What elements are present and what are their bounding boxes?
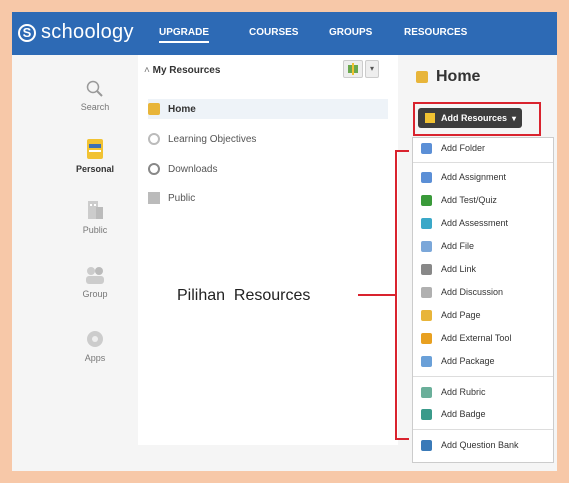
personal-icon [87,139,103,159]
package-icon [421,355,432,367]
folder-icon [421,142,432,154]
annotation-bracket [395,150,409,440]
nav-upgrade[interactable]: UPGRADE [159,27,210,43]
menu-label: Add Assignment [441,172,507,182]
assessment-icon [421,217,432,229]
menu-label: Add Rubric [441,387,486,397]
resource-label-downloads: Downloads [168,163,218,175]
file-icon [421,240,432,252]
add-collection-button[interactable] [343,60,363,78]
menu-label: Add Badge [441,409,486,419]
search-icon [86,80,103,97]
sidebar-label-search: Search [80,102,110,112]
menu-label: Add Test/Quiz [441,195,497,205]
menu-label: Add Link [441,264,477,274]
page-title: Home [416,68,480,86]
resource-item-downloads[interactable]: Downloads [148,159,388,179]
building-icon [148,192,160,204]
menu-label: Add External Tool [441,333,512,343]
resource-label-home: Home [168,103,196,115]
resource-label-learning-objectives: Learning Objectives [168,133,257,145]
home-folder-icon [148,103,160,115]
menu-item-add-file[interactable]: Add File [413,236,553,256]
menu-item-add-assessment[interactable]: Add Assessment [413,213,553,233]
menu-item-add-test-quiz[interactable]: Add Test/Quiz [413,190,553,210]
sidebar-label-public: Public [82,225,108,235]
menu-item-add-badge[interactable]: Add Badge [413,404,553,424]
menu-label: Add Folder [441,143,486,153]
sidebar-label-apps: Apps [84,353,106,363]
menu-label: Add Page [441,310,481,320]
sidebar-label-personal: Personal [75,164,115,174]
menu-label: Add Assessment [441,218,509,228]
menu-item-add-assignment[interactable]: Add Assignment [413,167,553,187]
menu-divider [413,376,553,377]
options-dropdown-button[interactable]: ▾ [365,60,379,78]
resources-panel: ˄ My Resources ▾ Home Learning Objective… [138,55,398,445]
menu-divider [413,429,553,430]
add-resources-menu: Add Folder Add Assignment Add Test/Quiz … [412,137,554,463]
resource-item-public[interactable]: Public [148,188,388,208]
page-title-text: Home [436,68,481,85]
add-resources-label: Add Resources [441,113,508,123]
add-resources-icon [425,113,435,123]
discussion-icon [421,286,432,298]
chevron-down-icon: ▾ [369,64,374,73]
annotation-label: Pilihan Resources [177,287,311,304]
menu-label: Add Question Bank [441,440,519,450]
menu-item-add-rubric[interactable]: Add Rubric [413,382,553,402]
resource-label-public: Public [168,192,196,204]
home-folder-icon [416,71,428,83]
chevron-down-icon: ▾ [512,113,517,123]
link-icon [421,263,432,275]
sidebar-label-group: Group [82,289,108,299]
add-collection-icon [348,63,358,75]
menu-label: Add File [441,241,475,251]
menu-item-add-link[interactable]: Add Link [413,259,553,279]
schoology-logo[interactable]: S schoology [18,21,134,44]
collapse-caret-icon: ˄ [144,65,150,76]
menu-item-add-discussion[interactable]: Add Discussion [413,282,553,302]
menu-label: Add Discussion [441,287,504,297]
resource-item-learning-objectives[interactable]: Learning Objectives [148,129,388,149]
sidebar-item-group[interactable]: Group [60,265,130,299]
menu-divider [413,162,553,163]
download-icon [148,163,160,175]
add-resources-button[interactable]: Add Resources ▾ [418,108,522,128]
my-resources-label: My Resources [152,65,221,76]
menu-item-add-package[interactable]: Add Package [413,351,553,371]
annotation-pointer [358,294,395,296]
menu-item-add-external-tool[interactable]: Add External Tool [413,328,553,348]
menu-label: Add Package [441,356,495,366]
nav-courses[interactable]: COURSES [249,27,298,38]
quiz-icon [421,194,432,206]
target-icon [148,133,160,145]
question-bank-icon [421,439,432,451]
menu-item-add-page[interactable]: Add Page [413,305,553,325]
nav-groups[interactable]: GROUPS [329,27,372,38]
my-resources-heading[interactable]: ˄ My Resources [144,65,220,76]
group-icon [86,267,104,284]
logo-text: schoology [41,21,134,43]
menu-item-add-folder[interactable]: Add Folder [413,138,553,158]
nav-resources[interactable]: RESOURCES [404,27,467,38]
menu-item-add-question-bank[interactable]: Add Question Bank [413,435,553,455]
assignment-icon [421,171,432,183]
public-icon [88,201,103,219]
rubric-icon [421,386,432,398]
apps-icon [87,331,103,347]
page-icon [421,309,432,321]
badge-icon [421,408,432,420]
resource-item-home[interactable]: Home [148,99,388,119]
sidebar-item-personal[interactable]: Personal [60,138,130,174]
sidebar-item-apps[interactable]: Apps [60,329,130,363]
top-navbar: S schoology UPGRADE COURSES GROUPS RESOU… [12,12,557,55]
sidebar-item-public[interactable]: Public [60,199,130,235]
sidebar-item-search[interactable]: Search [60,80,130,112]
logo-s-icon: S [18,23,36,42]
external-tool-icon [421,332,432,344]
